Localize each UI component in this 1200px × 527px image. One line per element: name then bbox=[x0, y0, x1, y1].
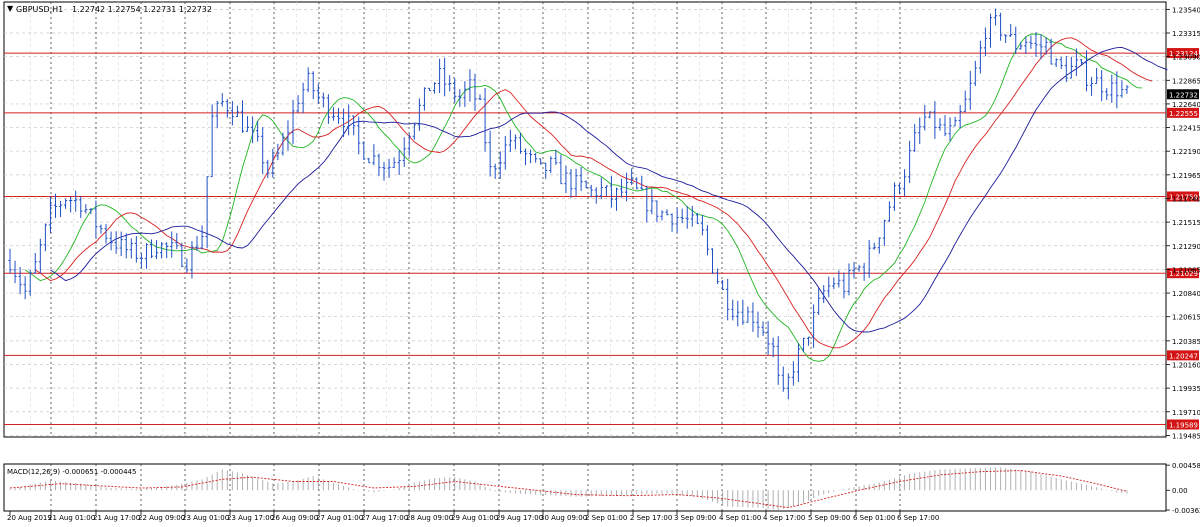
x-tick-label: 22 Aug 09:00 bbox=[138, 514, 185, 522]
y-tick-label: 1.22865 bbox=[1172, 77, 1200, 85]
x-tick-label: 6 Sep 17:00 bbox=[897, 514, 939, 522]
x-tick-label: 5 Sep 09:00 bbox=[808, 514, 850, 522]
y-tick-label: 1.23315 bbox=[1172, 30, 1200, 38]
x-tick-label: 4 Sep 17:00 bbox=[763, 514, 805, 522]
chart-window: 1.23124 1.22555 1.21759 1.21029 1.20247 1.195… bbox=[0, 0, 1200, 523]
y-tick-label: 1.21065 bbox=[1172, 266, 1200, 274]
y-tick-label: 1.20615 bbox=[1172, 314, 1200, 322]
y-tick-label: 1.20385 bbox=[1172, 338, 1200, 346]
y-tick-label: 1.21515 bbox=[1172, 219, 1200, 227]
x-tick-label: 4 Sep 01:00 bbox=[719, 514, 761, 522]
y-tick-label: 1.22640 bbox=[1172, 101, 1200, 109]
chart-symbol: GBPUSD,H1 bbox=[16, 5, 63, 14]
chart-svg[interactable]: 1.231241.225551.217591.210291.202471.195… bbox=[0, 0, 1200, 523]
current-price-label: 1.22732 bbox=[1169, 91, 1198, 99]
y-tick-label: 1.23090 bbox=[1172, 54, 1200, 62]
y-tick-label: 1.21290 bbox=[1172, 243, 1200, 251]
macd-label: MACD(12,26,9) -0.000651 -0.000445 bbox=[7, 468, 136, 476]
price-level-label: 1.20247 bbox=[1169, 352, 1198, 360]
macd-y-tick-label: -0.003622 bbox=[1172, 507, 1200, 515]
x-tick-label: 23 Aug 01:00 bbox=[182, 514, 229, 522]
y-tick-label: 1.19485 bbox=[1172, 432, 1200, 440]
x-tick-label: 21 Aug 17:00 bbox=[93, 514, 140, 522]
y-tick-label: 1.19935 bbox=[1172, 385, 1200, 393]
x-tick-label: 28 Aug 09:00 bbox=[406, 514, 453, 522]
x-tick-label: 30 Aug 09:00 bbox=[540, 514, 587, 522]
macd-y-tick-label: 0.00 bbox=[1172, 487, 1188, 495]
price-level-label: 1.19589 bbox=[1169, 421, 1198, 429]
price-level-label: 1.22555 bbox=[1169, 110, 1198, 118]
y-tick-label: 1.20160 bbox=[1172, 362, 1200, 370]
chart-ohlc: 1.22742 1.22754 1.22731 1.22732 bbox=[72, 5, 212, 14]
x-tick-label: 2 Sep 17:00 bbox=[630, 514, 672, 522]
x-tick-label: 3 Sep 09:00 bbox=[674, 514, 716, 522]
y-tick-label: 1.20840 bbox=[1172, 290, 1200, 298]
x-tick-label: 6 Sep 01:00 bbox=[853, 514, 895, 522]
macd-y-tick-label: 0.004589 bbox=[1172, 462, 1200, 470]
y-tick-label: 1.22190 bbox=[1172, 148, 1200, 156]
y-tick-label: 1.21965 bbox=[1172, 172, 1200, 180]
x-tick-label: 27 Aug 17:00 bbox=[361, 514, 408, 522]
x-tick-label: 29 Aug 17:00 bbox=[496, 514, 543, 522]
x-tick-label: 20 Aug 2019 bbox=[7, 514, 52, 522]
x-tick-label: 23 Aug 17:00 bbox=[227, 514, 274, 522]
dropdown-arrow-icon[interactable]: ▼ bbox=[7, 4, 14, 13]
x-tick-label: 29 Aug 01:00 bbox=[451, 514, 498, 522]
x-tick-label: 26 Aug 09:00 bbox=[271, 514, 318, 522]
x-tick-label: 2 Sep 01:00 bbox=[585, 514, 627, 522]
x-tick-label: 21 Aug 01:00 bbox=[48, 514, 95, 522]
y-tick-label: 1.21740 bbox=[1172, 195, 1200, 203]
y-tick-label: 1.23540 bbox=[1172, 6, 1200, 14]
y-tick-label: 1.19710 bbox=[1172, 409, 1200, 417]
y-tick-label: 1.22415 bbox=[1172, 125, 1200, 133]
x-tick-label: 27 Aug 01:00 bbox=[316, 514, 363, 522]
